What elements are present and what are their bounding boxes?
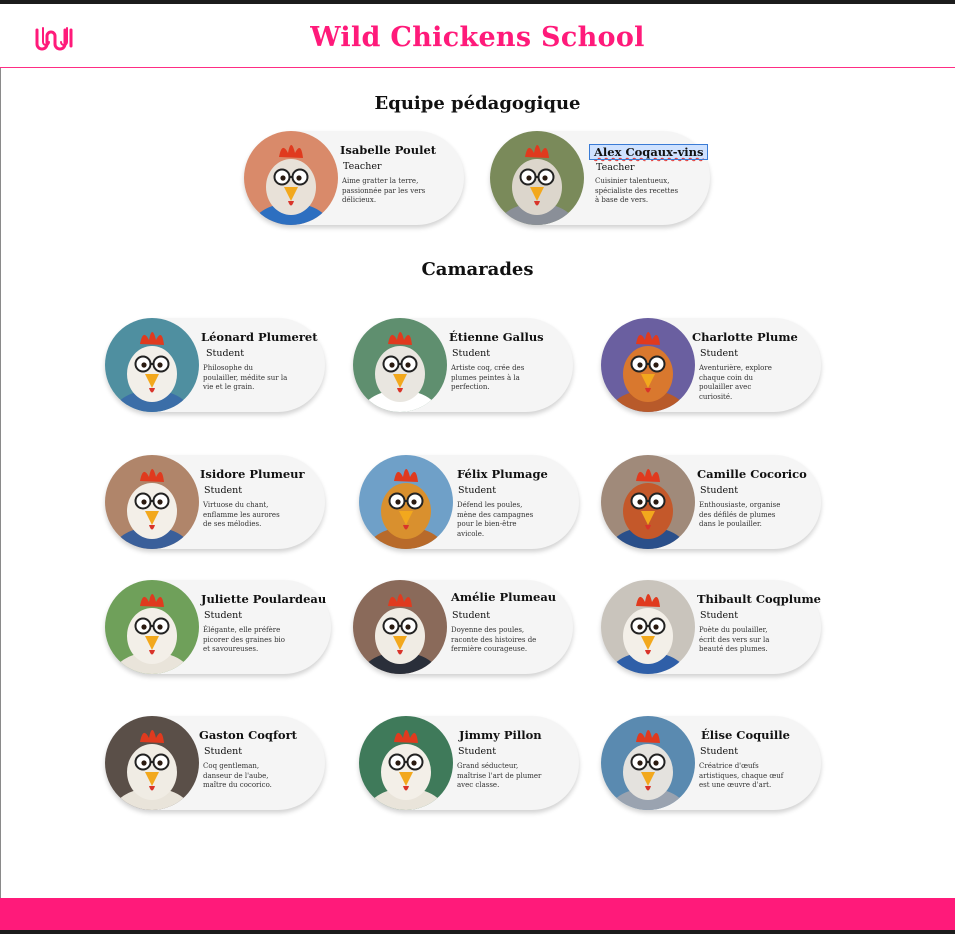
person-name: Thibault Coqplume <box>697 592 821 606</box>
person-name[interactable]: Alex Coqaux-vins <box>588 144 709 160</box>
person-role: Student <box>700 348 739 359</box>
chicken-avatar <box>359 716 453 810</box>
person-name: Isidore Plumeur <box>200 467 305 481</box>
person-role: Student <box>206 348 245 359</box>
student-card[interactable]: Jimmy Pillon Student Grand séducteur, ma… <box>359 716 579 810</box>
site-title: Wild Chickens School <box>310 22 645 53</box>
person-role: Student <box>700 746 739 757</box>
person-role: Student <box>458 485 497 496</box>
student-card[interactable]: Thibault Coqplume Student Poète du poula… <box>601 580 821 674</box>
person-role: Student <box>204 485 243 496</box>
person-description: Virtuose du chant, enflamme les aurores … <box>203 501 280 528</box>
person-description: Poète du poulailler, écrit des vers sur … <box>699 626 770 653</box>
teachers-section-title: Equipe pédagogique <box>374 93 581 114</box>
chicken-avatar <box>601 455 695 549</box>
person-description: Défend les poules, mène des campagnes po… <box>457 501 534 538</box>
student-card[interactable]: Juliette Poulardeau Student Élégante, el… <box>105 580 331 674</box>
chicken-avatar <box>244 131 338 225</box>
student-card[interactable]: Gaston Coqfort Student Coq gentleman, da… <box>105 716 325 810</box>
person-description: Cuisinier talentueux, spécialiste des re… <box>595 177 679 204</box>
chicken-avatar <box>601 318 695 412</box>
person-role: Student <box>458 746 497 757</box>
person-role: Teacher <box>343 161 382 172</box>
selected-name-text[interactable]: Alex Coqaux-vins <box>588 144 709 160</box>
person-description: Aime gratter la terre, passionnée par le… <box>342 177 426 204</box>
person-description: Enthousiaste, organise des défilés de pl… <box>699 501 781 528</box>
chicken-avatar <box>105 580 199 674</box>
teacher-card[interactable]: Alex Coqaux-vins Teacher Cuisinier talen… <box>490 131 710 225</box>
chicken-avatar <box>490 131 584 225</box>
person-name: Élise Coquille <box>701 728 790 742</box>
window-left-edge <box>0 4 1 930</box>
chicken-avatar <box>359 455 453 549</box>
chicken-avatar <box>105 318 199 412</box>
student-card[interactable]: Félix Plumage Student Défend les poules,… <box>359 455 579 549</box>
student-card[interactable]: Charlotte Plume Student Aventurière, exp… <box>601 318 821 412</box>
person-name: Isabelle Poulet <box>340 143 437 157</box>
window-bottom-bar <box>0 930 955 934</box>
person-description: Aventurière, explore chaque coin du poul… <box>699 364 772 401</box>
person-name: Étienne Gallus <box>449 330 544 344</box>
person-role: Student <box>452 348 491 359</box>
chicken-avatar <box>601 580 695 674</box>
person-name: Léonard Plumeret <box>201 330 318 344</box>
chicken-avatar <box>105 455 199 549</box>
site-footer <box>0 898 955 930</box>
person-description: Coq gentleman, danseur de l'aube, maître… <box>203 762 272 789</box>
person-description: Élégante, elle préfère picorer des grain… <box>203 626 285 653</box>
teacher-card[interactable]: Isabelle Poulet Teacher Aime gratter la … <box>244 131 464 225</box>
person-name: Jimmy Pillon <box>459 728 542 742</box>
person-role: Student <box>452 610 491 621</box>
person-name: Charlotte Plume <box>692 330 798 344</box>
person-name: Amélie Plumeau <box>451 590 557 604</box>
person-name: Gaston Coqfort <box>199 728 297 742</box>
student-card[interactable]: Léonard Plumeret Student Philosophe du p… <box>105 318 325 412</box>
person-role: Student <box>204 746 243 757</box>
person-role: Student <box>700 610 739 621</box>
person-description: Grand séducteur, maîtrise l'art de plume… <box>457 762 542 789</box>
student-card[interactable]: Étienne Gallus Student Artiste coq, crée… <box>353 318 573 412</box>
person-name: Juliette Poulardeau <box>201 592 327 606</box>
students-section-title: Camarades <box>421 259 534 280</box>
person-role: Student <box>700 485 739 496</box>
person-role: Student <box>204 610 243 621</box>
person-description: Créatrice d'œufs artistiques, chaque œuf… <box>699 762 784 789</box>
site-header: Wild Chickens School <box>0 4 955 68</box>
chicken-avatar <box>353 318 447 412</box>
chicken-avatar <box>601 716 695 810</box>
student-card[interactable]: Élise Coquille Student Créatrice d'œufs … <box>601 716 821 810</box>
student-card[interactable]: Amélie Plumeau Student Doyenne des poule… <box>353 580 573 674</box>
person-role: Teacher <box>596 162 635 173</box>
person-description: Doyenne des poules, raconte des histoire… <box>451 626 537 653</box>
chicken-avatar <box>105 716 199 810</box>
student-card[interactable]: Isidore Plumeur Student Virtuose du chan… <box>105 455 325 549</box>
person-description: Artiste coq, crée des plumes peintes à l… <box>451 364 525 391</box>
person-name: Camille Cocorico <box>697 467 807 481</box>
person-description: Philosophe du poulailler, médite sur la … <box>203 364 288 391</box>
student-card[interactable]: Camille Cocorico Student Enthousiaste, o… <box>601 455 821 549</box>
chicken-avatar <box>353 580 447 674</box>
person-name: Félix Plumage <box>457 467 548 481</box>
